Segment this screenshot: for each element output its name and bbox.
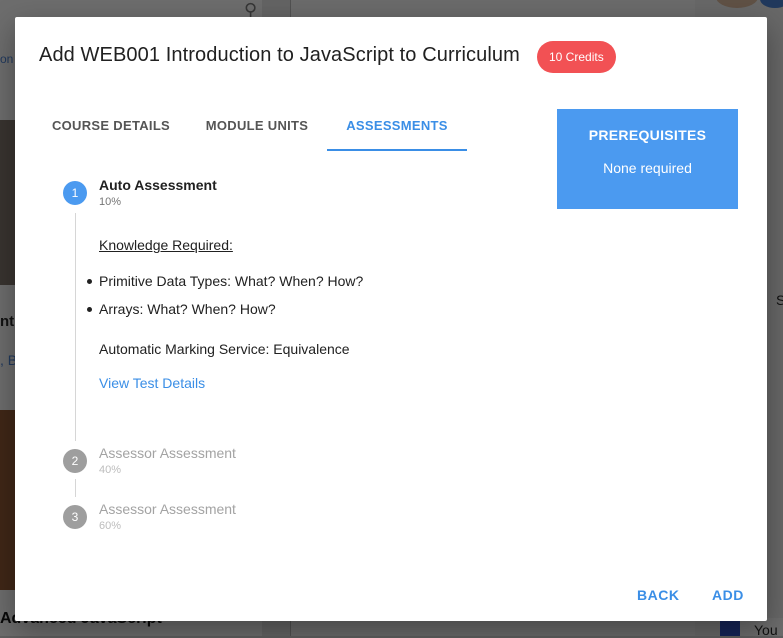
view-test-details-link[interactable]: View Test Details [99, 375, 205, 391]
step-number[interactable]: 3 [63, 505, 87, 529]
knowledge-list: Primitive Data Types: What? When? How? A… [86, 273, 363, 329]
step-connector [75, 479, 76, 497]
prerequisites-value: None required [603, 160, 692, 176]
credits-badge: 10 Credits [537, 41, 616, 73]
add-course-dialog: Add WEB001 Introduction to JavaScript to… [15, 17, 767, 621]
dialog-title: Add WEB001 Introduction to JavaScript to… [39, 44, 520, 66]
list-item: Primitive Data Types: What? When? How? [86, 273, 363, 301]
tab-course-details[interactable]: COURSE DETAILS [35, 109, 187, 149]
prerequisites-title: PREREQUISITES [588, 127, 707, 143]
step-title[interactable]: Assessor Assessment [99, 501, 236, 517]
step-weight: 10% [99, 196, 122, 208]
prerequisites-panel: PREREQUISITES None required [557, 109, 738, 209]
step-number[interactable]: 1 [63, 181, 87, 205]
step-title[interactable]: Assessor Assessment [99, 445, 236, 461]
step-weight: 60% [99, 520, 122, 532]
back-button[interactable]: BACK [637, 587, 679, 603]
add-button[interactable]: ADD [712, 587, 744, 603]
tab-module-units[interactable]: MODULE UNITS [187, 109, 327, 149]
marking-service-text: Automatic Marking Service: Equivalence [99, 341, 350, 357]
step-number[interactable]: 2 [63, 449, 87, 473]
step-weight: 40% [99, 464, 122, 476]
tab-assessments[interactable]: ASSESSMENTS [327, 109, 467, 151]
list-item: Arrays: What? When? How? [86, 301, 363, 329]
step-title[interactable]: Auto Assessment [99, 177, 217, 193]
step-connector [75, 213, 76, 441]
knowledge-required-label: Knowledge Required: [99, 237, 233, 253]
